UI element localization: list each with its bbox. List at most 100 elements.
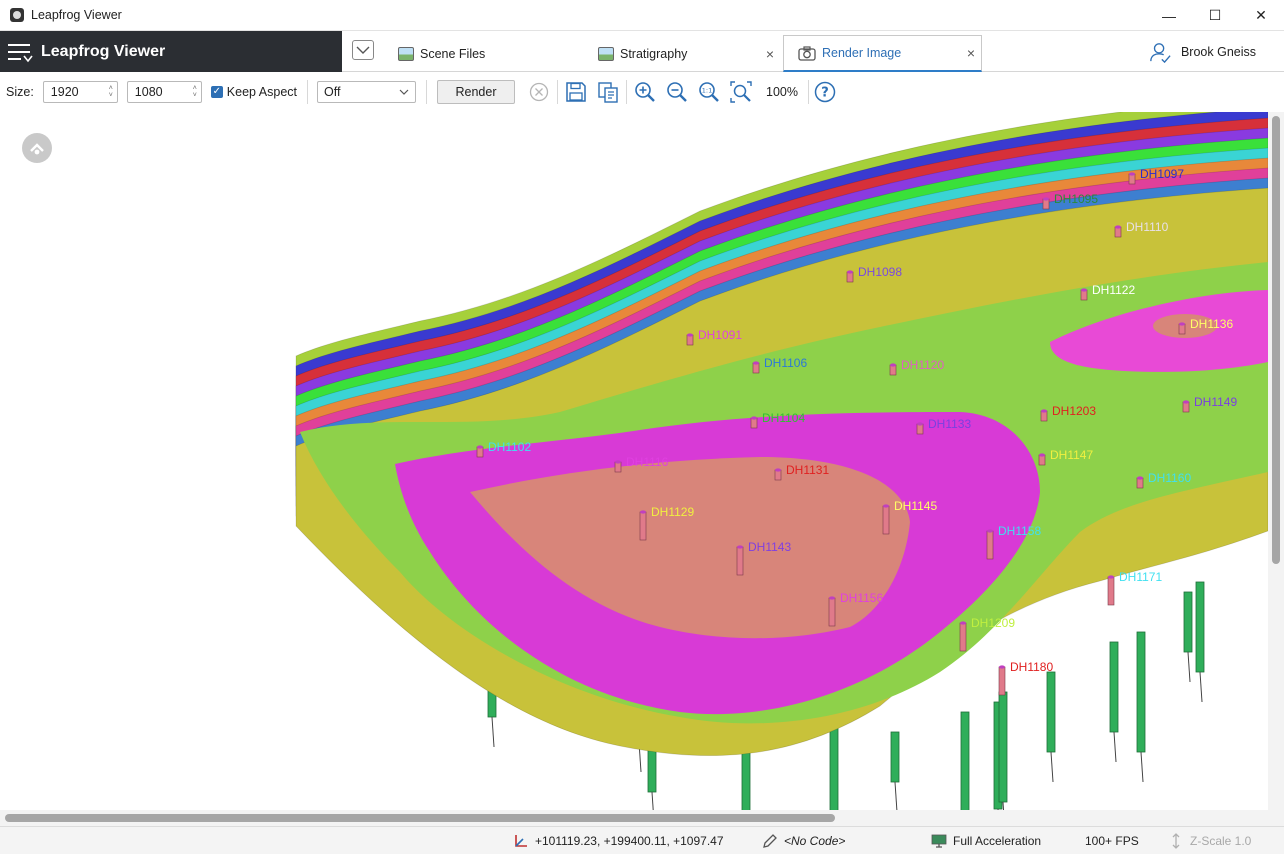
- toolbar-divider: [626, 80, 627, 104]
- fps-status: 100+ FPS: [1085, 827, 1139, 855]
- maximize-button[interactable]: ☐: [1192, 0, 1238, 31]
- tab-scene-files[interactable]: Scene Files: [398, 35, 588, 72]
- render-toolbar: Size: 1920 ˄ ˅ 1080 ˄ ˅ ✓ Keep Aspect Off …: [0, 72, 1284, 112]
- drillhole-label: DH1129: [651, 505, 694, 519]
- keep-aspect-checkbox[interactable]: ✓ Keep Aspect: [210, 85, 297, 99]
- drillhole-cap: [1129, 172, 1135, 176]
- zscale-status[interactable]: Z-Scale 1.0: [1168, 827, 1251, 855]
- toolbar-divider: [426, 80, 427, 104]
- tab-label: Stratigraphy: [620, 46, 688, 61]
- drillhole-cap: [999, 665, 1005, 669]
- render-viewport[interactable]: DH1097 DH1095 DH1110 DH1098 DH1122 DH1136 DH10…: [0, 112, 1268, 810]
- close-tab-icon[interactable]: ×: [766, 46, 774, 62]
- zoom-in-icon[interactable]: [633, 80, 657, 104]
- drillhole-trace-line: [1050, 751, 1054, 783]
- drillhole-label: DH1110: [1126, 220, 1169, 234]
- svg-text:?: ?: [821, 86, 829, 101]
- drillhole-label: DH1158: [998, 524, 1041, 538]
- drillhole-label: DH1133: [928, 417, 971, 431]
- drillhole-cap: [1137, 476, 1143, 480]
- tab-list-dropdown[interactable]: [352, 40, 374, 60]
- app-brand: Leapfrog Viewer: [41, 42, 166, 60]
- drillhole-label: DH1180: [1010, 660, 1053, 674]
- drillhole-trace-line: [651, 791, 654, 810]
- tab-stratigraphy[interactable]: Stratigraphy ×: [598, 35, 780, 72]
- drillhole-trace: [741, 751, 751, 810]
- vertical-scrollbar[interactable]: [1268, 112, 1284, 810]
- image-icon: [598, 46, 614, 61]
- tab-render-image[interactable]: Render Image ×: [783, 35, 982, 72]
- drillhole-collar: [828, 597, 836, 627]
- app-logo-icon: [10, 8, 24, 22]
- drillhole-collar: [959, 622, 967, 652]
- spin-arrows-icon[interactable]: ˄ ˅: [109, 85, 113, 99]
- minimize-button[interactable]: —: [1146, 0, 1192, 31]
- user-account[interactable]: Brook Gneiss: [1149, 31, 1256, 72]
- drillhole-cap: [1041, 409, 1047, 413]
- zoom-fit-icon[interactable]: [729, 80, 753, 104]
- drillhole-label: DH1145: [894, 499, 937, 513]
- pencil-icon: [763, 834, 777, 848]
- spin-arrows-icon[interactable]: ˄ ˅: [193, 85, 197, 99]
- app-header: Leapfrog Viewer Scene Files Stratigraphy…: [0, 31, 1284, 72]
- drillhole-cap: [890, 363, 896, 367]
- drillhole-trace-line: [1002, 801, 1005, 810]
- window-title: Leapfrog Viewer: [31, 8, 122, 22]
- code-status[interactable]: <No Code>: [762, 827, 845, 855]
- brand-area: Leapfrog Viewer: [0, 31, 342, 72]
- cancel-render-icon[interactable]: [527, 80, 551, 104]
- drillhole-cap: [751, 416, 757, 420]
- drillhole-label: DH1106: [764, 356, 807, 370]
- drillhole-cap: [847, 270, 853, 274]
- drillhole-cap: [775, 468, 781, 472]
- zoom-actual-size-icon[interactable]: 1:1: [697, 80, 721, 104]
- tab-label: Render Image: [822, 46, 902, 60]
- geology-3d-scene[interactable]: DH1097 DH1095 DH1110 DH1098 DH1122 DH1136 DH10…: [0, 112, 1268, 810]
- help-icon[interactable]: ?: [813, 80, 837, 104]
- fps-text: 100+ FPS: [1085, 834, 1139, 848]
- close-tab-icon[interactable]: ×: [967, 45, 975, 61]
- horizontal-scrollbar[interactable]: [0, 810, 1268, 826]
- drillhole-cap: [1179, 322, 1185, 326]
- drillhole-cap: [753, 361, 759, 365]
- mode-select[interactable]: Off: [317, 81, 416, 103]
- drillhole-trace: [1046, 671, 1056, 753]
- svg-text:1:1: 1:1: [702, 87, 712, 95]
- vertical-scroll-thumb[interactable]: [1272, 116, 1280, 564]
- copy-icon[interactable]: [596, 80, 620, 104]
- drillhole-cap: [917, 422, 923, 426]
- drillhole-label: DH1160: [1148, 471, 1191, 485]
- drillhole-label: DH1203: [1052, 404, 1096, 418]
- drillhole-trace: [1136, 631, 1146, 753]
- drillhole-label: DH1102: [488, 440, 531, 454]
- drillhole-label: DH1156: [840, 591, 883, 605]
- drillhole-collar: [882, 505, 890, 535]
- drillhole-label: DH1171: [1119, 570, 1162, 584]
- monitor-icon: [931, 834, 947, 848]
- drillhole-cap: [1039, 453, 1045, 457]
- toolbar-divider: [807, 80, 809, 104]
- height-spinbox[interactable]: 1080 ˄ ˅: [126, 81, 202, 103]
- render-button[interactable]: Render: [437, 80, 515, 104]
- save-icon[interactable]: [564, 80, 588, 104]
- drillhole-cap: [987, 529, 993, 533]
- keep-aspect-label: Keep Aspect: [226, 85, 297, 99]
- drillhole-label: DH1143: [748, 540, 791, 554]
- drillhole-trace: [998, 691, 1008, 803]
- drillhole-cap: [829, 596, 835, 600]
- drillhole-collar: [986, 530, 994, 560]
- drillhole-trace-line: [491, 716, 495, 748]
- drillhole-label: DH1095: [1054, 192, 1098, 206]
- close-window-button[interactable]: ✕: [1238, 0, 1284, 31]
- drillhole-dh1180[interactable]: DH1180: [998, 660, 1053, 696]
- drillhole-label: DH1098: [858, 265, 902, 279]
- drillhole-cap: [1043, 197, 1049, 201]
- axes-icon: [515, 835, 527, 847]
- hamburger-menu-icon[interactable]: [8, 40, 34, 64]
- width-spinbox[interactable]: 1920 ˄ ˅: [42, 81, 118, 103]
- zoom-out-icon[interactable]: [665, 80, 689, 104]
- checkmark-icon[interactable]: ✓: [210, 86, 223, 98]
- scene-navigation-icon[interactable]: [22, 133, 52, 163]
- horizontal-scroll-thumb[interactable]: [5, 814, 835, 822]
- drillhole-trace-line: [1140, 751, 1144, 783]
